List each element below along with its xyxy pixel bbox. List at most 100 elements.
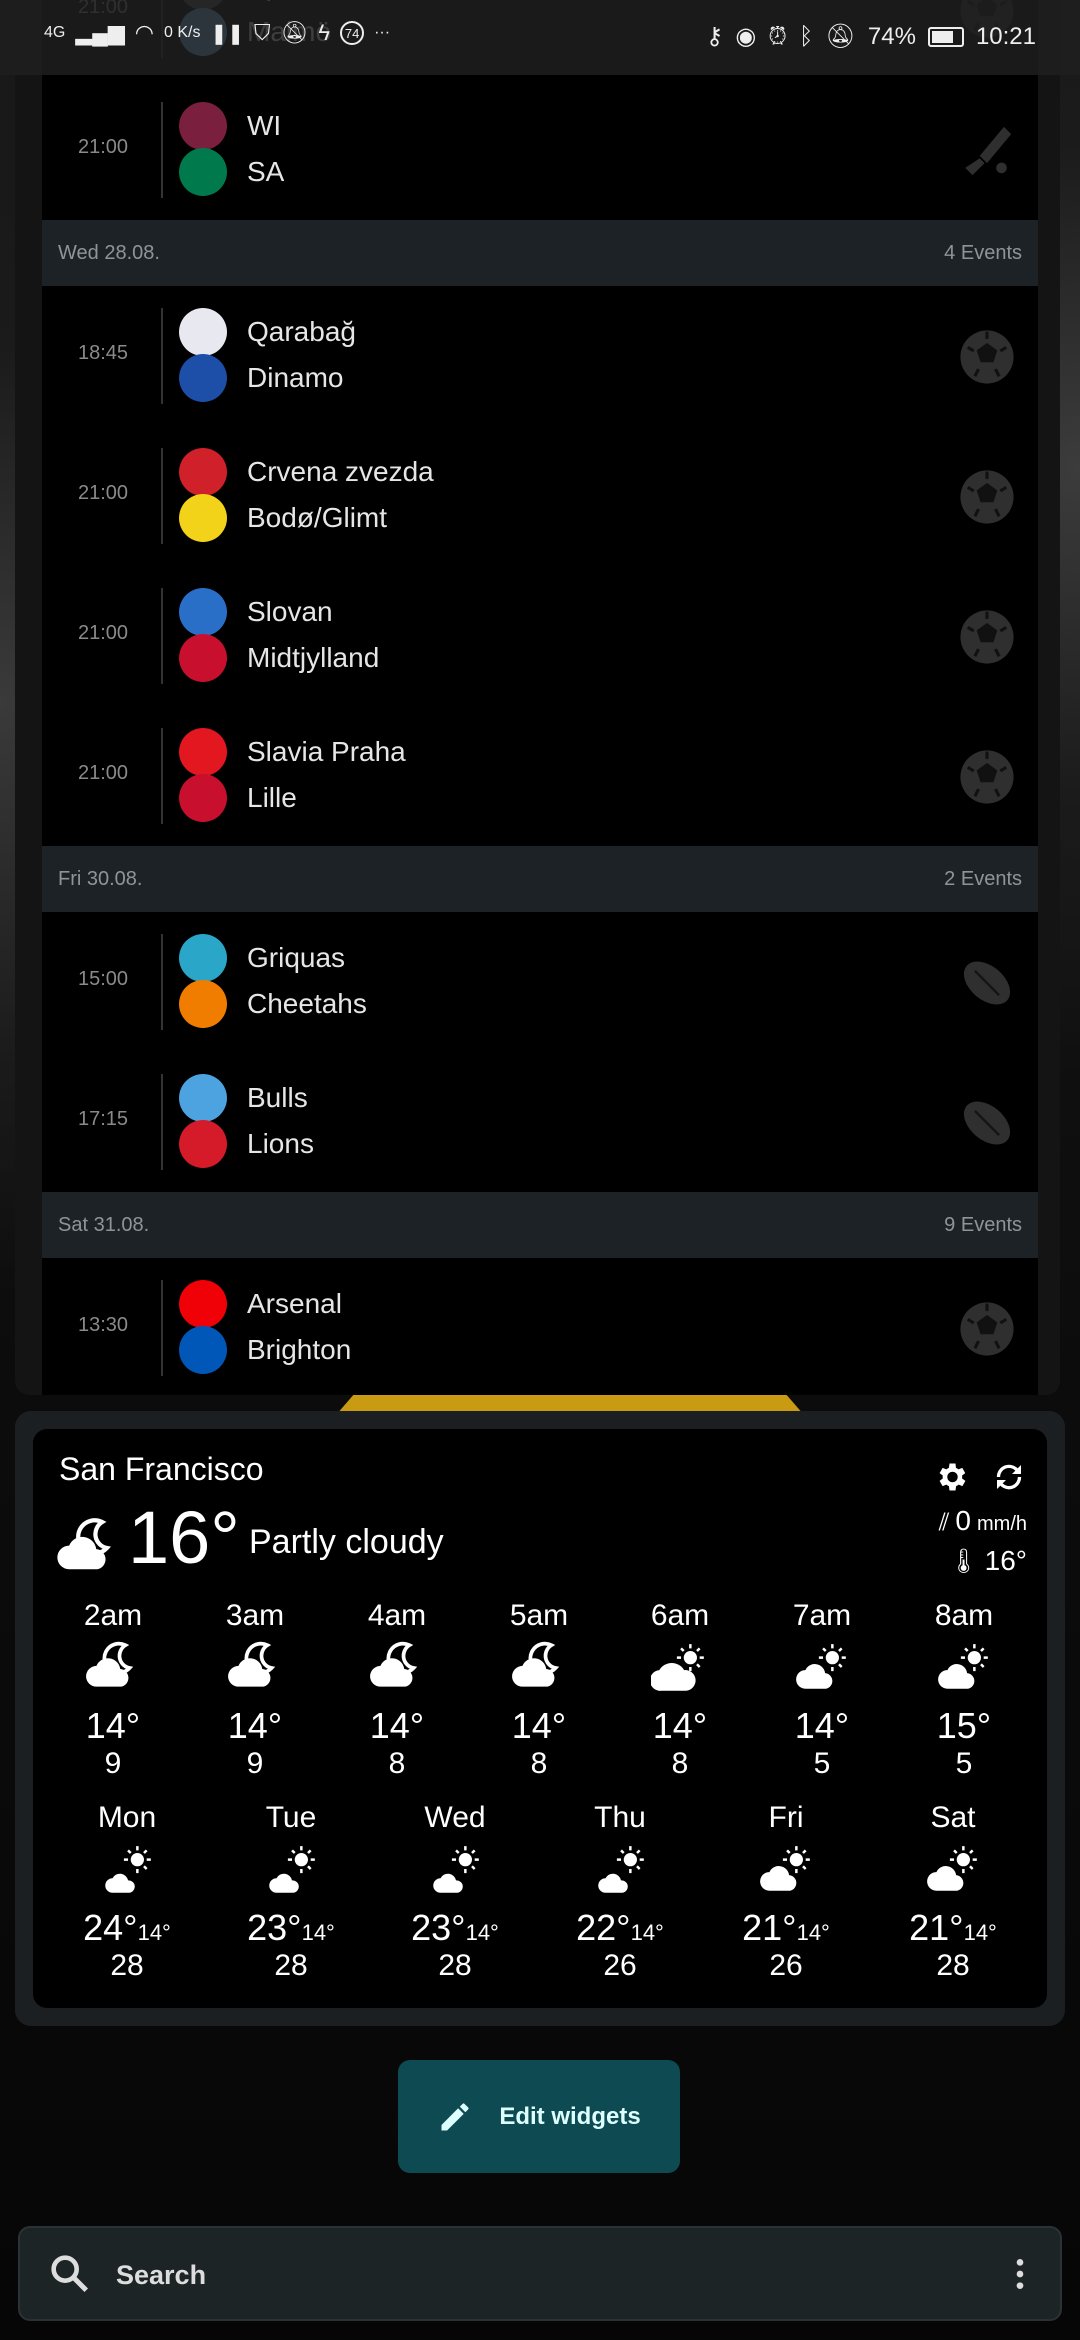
settings-gear-icon[interactable] <box>933 1459 969 1495</box>
daily-item: Sat 21°14° 28 <box>878 1801 1028 1983</box>
event-row[interactable]: 21:00 WI SA <box>42 80 1038 220</box>
flash-icon: ϟ <box>318 20 331 45</box>
event-row[interactable]: 21:00 Crvena zvezda Bodø/Glimt <box>42 426 1038 566</box>
event-time: 18:45 <box>77 342 129 364</box>
event-count: 4 Events <box>944 241 1022 264</box>
day-label: Wed <box>424 1801 486 1834</box>
event-row[interactable]: 17:15 Bulls Lions <box>42 1052 1038 1192</box>
moon-cloud-icon <box>53 1639 173 1701</box>
soccer-icon <box>958 468 1016 526</box>
wifi-icon: ◠ <box>134 20 154 45</box>
day-label: Fri <box>768 1801 804 1834</box>
event-time: 21:00 <box>77 482 129 504</box>
more-vert-icon[interactable] <box>1000 2254 1040 2294</box>
weather-widget[interactable]: San Francisco 16° Partly cloudy ⫽ 0 mm/h 🌡… <box>15 1411 1065 2026</box>
sun-cloud-icon <box>904 1639 1024 1701</box>
hour-label: 6am <box>650 1599 710 1632</box>
day-temps: 23°14° <box>216 1907 366 1949</box>
divider <box>161 588 163 684</box>
day-high: 21° <box>742 1907 797 1948</box>
event-time: 21:00 <box>77 136 129 158</box>
sun-cloud-icon <box>762 1639 882 1701</box>
team-name: Lions <box>247 1128 314 1159</box>
team-logo <box>179 1280 227 1328</box>
team-name: Lille <box>247 782 297 813</box>
event-row[interactable]: 13:30 Arsenal Brighton <box>42 1258 1038 1395</box>
day-low: 14° <box>465 1920 499 1945</box>
hourly-item: 2am 14° 9 <box>53 1599 173 1781</box>
event-row[interactable]: 18:45 Qarabağ Dinamo <box>42 286 1038 426</box>
edit-widgets-button[interactable]: Edit widgets <box>398 2060 680 2173</box>
refresh-icon[interactable] <box>991 1459 1027 1495</box>
event-row[interactable]: 15:00 Griquas Cheetahs <box>42 912 1038 1052</box>
team-home: Crvena zvezda <box>179 448 434 496</box>
hourly-item: 8am 15° 5 <box>904 1599 1024 1781</box>
team-home: Slavia Praha <box>179 728 406 776</box>
feels-like-value: 16° <box>984 1545 1027 1576</box>
status-bar: 4G ▂▄▆ ◠ 0 K/s ❚❚ ⛉ 🔕︎ ϟ 74 ··· ⚷ ◉ ⏰︎ ᛒ… <box>0 0 1080 75</box>
hour-temp: 14° <box>511 1705 567 1746</box>
day-low: 14° <box>630 1920 664 1945</box>
team-home: Qarabağ <box>179 308 356 356</box>
hour-temp: 14° <box>227 1705 283 1746</box>
event-row[interactable]: 21:00 Slavia Praha Lille <box>42 706 1038 846</box>
divider <box>161 1074 163 1170</box>
day-temps: 21°14° <box>711 1907 861 1949</box>
event-count: 2 Events <box>944 867 1022 890</box>
team-name: Dinamo <box>247 362 344 393</box>
precip-unit: mm/h <box>977 1513 1027 1535</box>
daily-item: Tue 23°14° 28 <box>216 1801 366 1983</box>
alarm-icon: ⏰︎ <box>768 22 788 50</box>
event-count: 9 Events <box>944 1213 1022 1236</box>
sun-cloud-icon <box>878 1841 1028 1905</box>
network-type: 4G <box>44 24 66 41</box>
team-logo <box>179 102 227 150</box>
hour-precip: 9 <box>104 1747 122 1780</box>
team-logo <box>179 148 227 196</box>
current-temp: 16° <box>128 1496 240 1579</box>
team-logo <box>179 588 227 636</box>
day-precip: 26 <box>603 1949 637 1982</box>
sun-cloud-icon <box>711 1841 861 1905</box>
team-logo <box>179 494 227 542</box>
team-name: Arsenal <box>247 1288 342 1319</box>
team-away: Bodø/Glimt <box>179 494 387 542</box>
day-precip: 26 <box>769 1949 803 1982</box>
hour-precip: 5 <box>813 1747 831 1780</box>
search-label: Search <box>116 2260 207 2290</box>
feels-like: 🌡︎ 16° <box>948 1545 1027 1577</box>
key-icon: ⚷ <box>705 23 724 50</box>
sports-widget[interactable]: 21:00Sparta PrahaMalmö21:00WISAWed 28.08… <box>15 0 1060 1395</box>
pause-icon: ❚❚ <box>210 22 244 45</box>
daily-item: Thu 22°14° 26 <box>545 1801 695 1983</box>
team-away: Midtjylland <box>179 634 379 682</box>
event-row[interactable]: 21:00 Slovan Midtjylland <box>42 566 1038 706</box>
precipitation: ⫽ 0 mm/h <box>939 1505 1027 1537</box>
day-high: 23° <box>247 1907 302 1948</box>
hourly-item: 7am 14° 5 <box>762 1599 882 1781</box>
pencil-icon <box>441 2103 469 2130</box>
team-name: Bodø/Glimt <box>247 502 388 533</box>
sun-small-cloud-icon <box>216 1841 366 1905</box>
team-name: Midtjylland <box>247 642 380 673</box>
team-name: Slavia Praha <box>247 736 406 767</box>
hour-label: 4am <box>367 1599 427 1632</box>
events-list[interactable]: 21:00Sparta PrahaMalmö21:00WISAWed 28.08… <box>42 0 1038 1395</box>
rain-icon: ⫽ <box>938 1509 950 1536</box>
day-label: Sat <box>930 1801 976 1834</box>
cloud-sun-icon <box>620 1639 740 1701</box>
sun-small-cloud-icon <box>52 1841 202 1905</box>
day-label: Thu <box>594 1801 646 1834</box>
divider <box>161 728 163 824</box>
search-bar[interactable]: Search <box>18 2226 1062 2321</box>
team-away: Brighton <box>179 1326 351 1374</box>
rugby-icon <box>958 954 1016 1012</box>
team-name: Crvena zvezda <box>247 456 434 487</box>
team-logo <box>179 728 227 776</box>
hourly-item: 4am 14° 8 <box>337 1599 457 1781</box>
bluetooth-icon: ᛒ <box>799 22 814 50</box>
team-name: Qarabağ <box>247 316 356 347</box>
cricket-icon <box>958 122 1016 180</box>
event-time: 21:00 <box>77 622 129 644</box>
hour-label: 5am <box>509 1599 569 1632</box>
